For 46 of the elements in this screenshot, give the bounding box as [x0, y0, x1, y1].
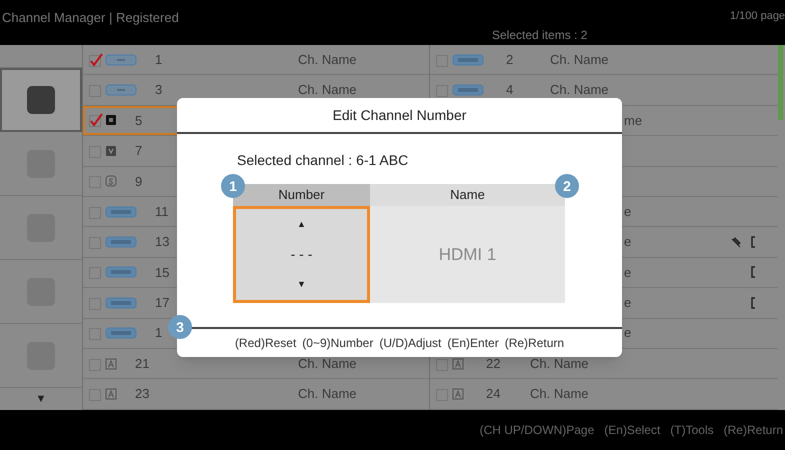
channel-number: 13	[155, 233, 170, 252]
channel-number: 1	[155, 50, 162, 69]
channel-name: Ch. Name	[530, 385, 589, 404]
channel-name: e	[624, 264, 632, 282]
channel-number: 5	[135, 112, 142, 130]
selected-channel-label: Selected channel : 6-1 ABC	[237, 151, 408, 170]
channel-name-value: HDMI 1	[438, 244, 496, 266]
key-hint: (Re)Return	[504, 335, 564, 352]
channel-number: 21	[135, 354, 150, 373]
channel-number: 15	[155, 264, 170, 282]
channel-number: 22	[486, 354, 502, 373]
channel-number: 4	[506, 81, 514, 100]
channel-name: e	[624, 202, 632, 221]
channel-name: me	[624, 112, 642, 130]
channel-number: 9	[135, 172, 142, 190]
key-hint: (CH UP/DOWN)Page	[480, 422, 594, 439]
channel-name: Ch. Name	[298, 81, 357, 100]
key-hint: (En)Select	[604, 422, 660, 439]
page-indicator: 1/100 page	[730, 9, 785, 24]
channel-name: Ch. Name	[550, 81, 609, 100]
channel-name: Ch. Name	[530, 354, 589, 373]
channel-number: 2	[506, 50, 514, 69]
channel-name: Ch. Name	[298, 385, 357, 404]
key-hint: (Re)Return	[724, 422, 783, 439]
channel-name: e	[624, 294, 632, 312]
channel-name: Ch. Name	[550, 50, 609, 69]
channel-name: e	[624, 233, 632, 252]
channel-number: 7	[135, 142, 142, 160]
dialog-title: Edit Channel Number	[332, 106, 466, 124]
channel-name: Ch. Name	[298, 50, 357, 69]
channel-name: Ch. Name	[298, 354, 357, 373]
key-hint: (En)Enter	[447, 335, 499, 352]
channel-number: 24	[486, 385, 502, 404]
channel-number: 1	[155, 324, 162, 342]
channel-number: 3	[155, 81, 162, 100]
app-title: Channel Manager | Registered	[2, 9, 179, 27]
channel-number: 23	[135, 385, 150, 404]
key-hint: (T)Tools	[670, 422, 714, 439]
callout-marker: 3	[168, 315, 192, 339]
selected-count: Selected items : 2	[492, 27, 588, 44]
channel-name: e	[624, 324, 632, 342]
channel-number: 11	[155, 202, 168, 221]
column-header: Name	[370, 184, 565, 206]
channel-number: 17	[155, 294, 170, 312]
callout-marker: 2	[555, 174, 579, 198]
number-value: - - -	[290, 245, 312, 264]
